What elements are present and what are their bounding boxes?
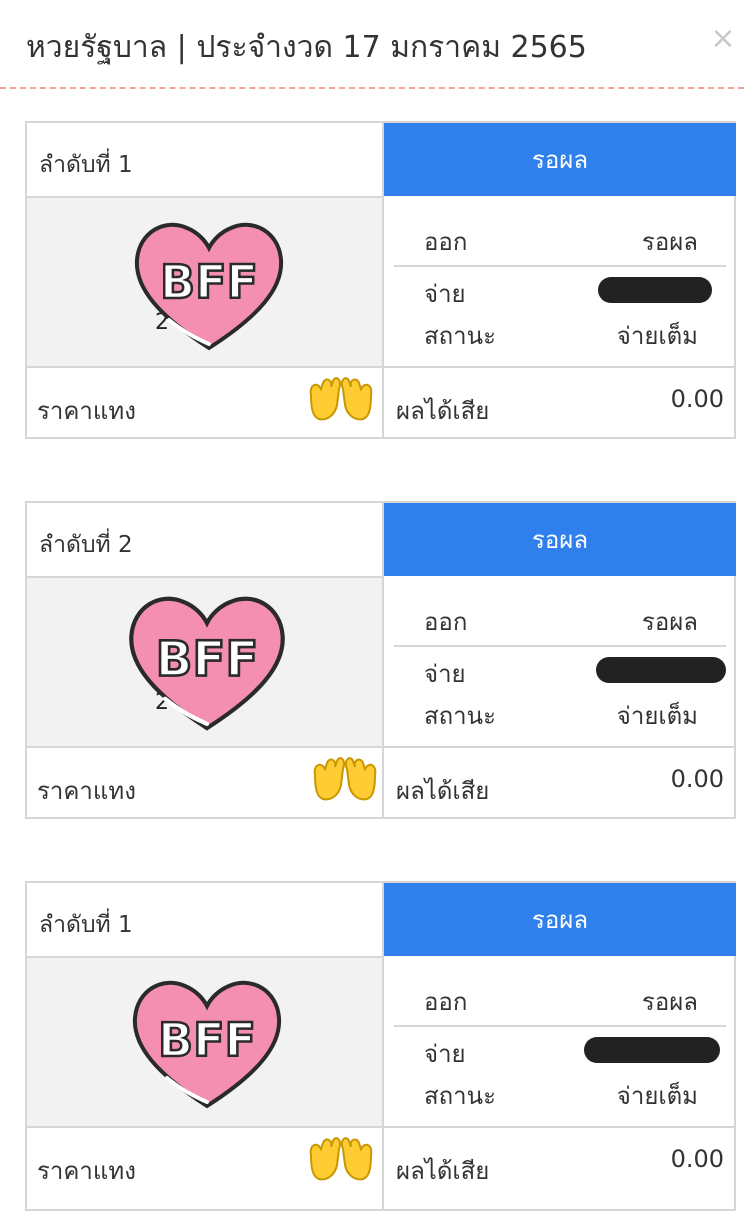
raised-hands-icon	[309, 1137, 373, 1181]
sequence-label: ลำดับที่ 1	[39, 912, 133, 938]
pay-label: จ่าย	[424, 660, 466, 688]
price-label: ราคาแทง	[37, 777, 136, 805]
info-divider	[394, 645, 726, 647]
state-value: จ่ายเต็ม	[616, 322, 698, 350]
sticker-text: BFF	[156, 632, 259, 688]
price-label: ราคาแทง	[37, 1157, 136, 1185]
pay-label: จ่าย	[424, 1040, 466, 1068]
profit-loss-value: 0.00	[670, 1145, 724, 1173]
sequence-label: ลำดับที่ 1	[39, 152, 133, 178]
info-divider	[394, 265, 726, 267]
card-divider	[27, 366, 734, 368]
sequence-label: ลำดับที่ 2	[39, 532, 133, 558]
result-info: ออก รอผล จ่าย สถานะ จ่ายเต็ม	[384, 578, 736, 746]
header-divider	[0, 87, 744, 89]
status-bar: รอผล	[384, 123, 736, 196]
card-divider	[27, 1126, 734, 1128]
redacted-pay-amount	[584, 1037, 720, 1063]
info-divider	[394, 1025, 726, 1027]
bet-card: ลำดับที่ 2 รอผล 2 BFF ออก รอผล จ่าย สถาน…	[25, 501, 736, 819]
price-label: ราคาแทง	[37, 397, 136, 425]
sticker-area: 2 BFF	[27, 578, 382, 746]
card-divider	[27, 746, 734, 748]
redacted-pay-amount	[598, 277, 712, 303]
sticker-area: BFF	[27, 958, 382, 1126]
profit-loss-label: ผลได้เสีย	[396, 397, 490, 425]
out-label: ออก	[424, 228, 468, 256]
close-icon[interactable]: ×	[706, 22, 740, 56]
raised-hands-icon	[313, 757, 377, 801]
result-info: ออก รอผล จ่าย สถานะ จ่ายเต็ม	[384, 958, 736, 1126]
state-label: สถานะ	[424, 702, 496, 730]
modal-header: หวยรัฐบาล | ประจำงวด 17 มกราคม 2565 ×	[0, 0, 744, 90]
sticker-text: BFF	[158, 1013, 256, 1067]
sticker-text: BFF	[160, 255, 258, 309]
redacted-pay-amount	[596, 657, 726, 683]
sticker-area: 2 BFF	[27, 198, 382, 366]
status-bar: รอผล	[384, 503, 736, 576]
bff-heart-sticker: BFF	[132, 980, 282, 1109]
state-value: จ่ายเต็ม	[616, 1082, 698, 1110]
result-info: ออก รอผล จ่าย สถานะ จ่ายเต็ม	[384, 198, 736, 366]
out-value: รอผล	[641, 608, 698, 636]
pay-label: จ่าย	[424, 280, 466, 308]
state-label: สถานะ	[424, 322, 496, 350]
profit-loss-value: 0.00	[670, 385, 724, 413]
status-bar: รอผล	[384, 883, 736, 956]
state-value: จ่ายเต็ม	[616, 702, 698, 730]
modal-title: หวยรัฐบาล | ประจำงวด 17 มกราคม 2565	[26, 30, 587, 65]
profit-loss-value: 0.00	[670, 765, 724, 793]
bff-heart-sticker: BFF	[134, 222, 284, 351]
bet-card: ลำดับที่ 1 รอผล BFF ออก รอผล จ่าย สถานะ …	[25, 881, 736, 1211]
bet-card: ลำดับที่ 1 รอผล 2 BFF ออก รอผล จ่าย สถาน…	[25, 121, 736, 439]
profit-loss-label: ผลได้เสีย	[396, 777, 490, 805]
out-label: ออก	[424, 988, 468, 1016]
raised-hands-icon	[309, 377, 373, 421]
state-label: สถานะ	[424, 1082, 496, 1110]
out-value: รอผล	[641, 228, 698, 256]
bff-heart-sticker: BFF	[129, 596, 285, 731]
out-value: รอผล	[641, 988, 698, 1016]
profit-loss-label: ผลได้เสีย	[396, 1157, 490, 1185]
out-label: ออก	[424, 608, 468, 636]
